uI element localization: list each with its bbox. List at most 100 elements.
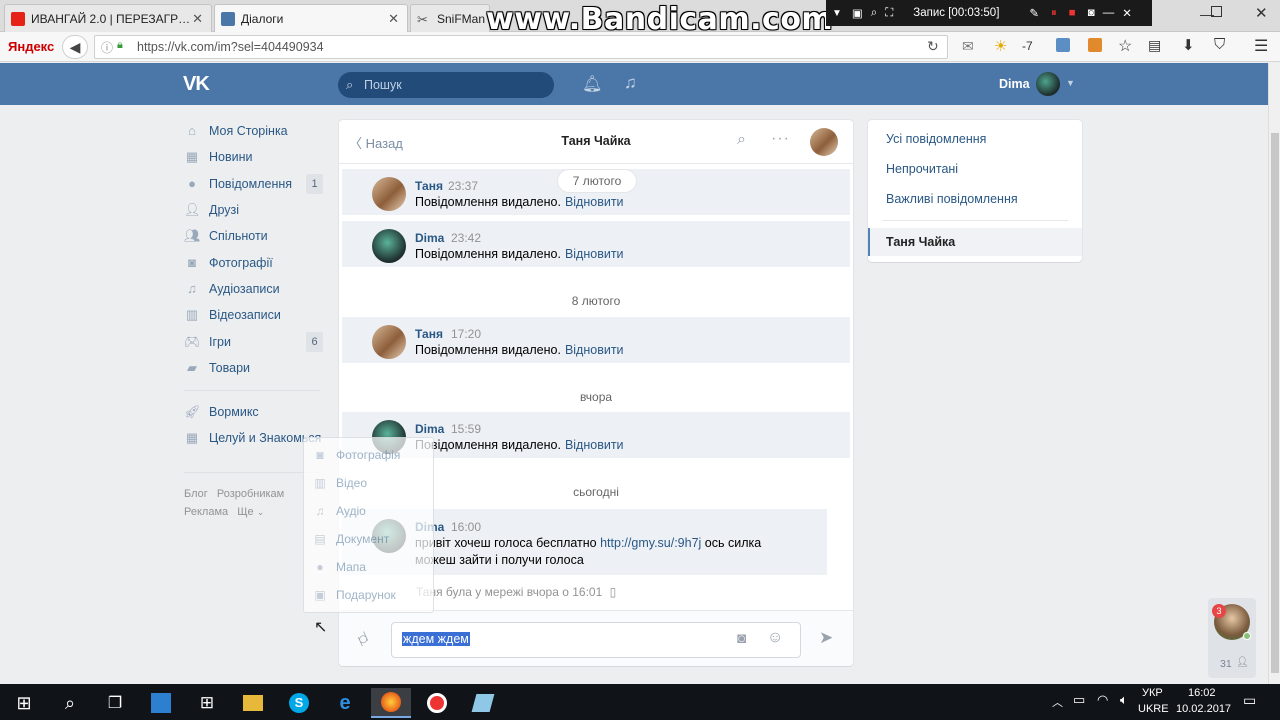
nav-item-communities[interactable]: 👥︎ Спільноти [184, 225, 268, 247]
nav-item-friends[interactable]: 👤︎ Друзі [184, 199, 239, 221]
camera-icon[interactable]: ◙ [737, 630, 746, 647]
chevron-down-icon[interactable]: ▼ [1066, 78, 1075, 88]
language-indicator[interactable]: УКР [1142, 687, 1163, 699]
message-time[interactable]: 23:42 [451, 231, 481, 245]
message-row[interactable]: Таня 17:20 Повідомлення видалено. Віднови… [342, 317, 850, 363]
attach-gift[interactable]: ▣ Подарунок [312, 585, 395, 605]
notifications-icon[interactable]: ▭ [1243, 692, 1256, 709]
search-icon[interactable]: ⌕ [50, 688, 90, 718]
search-input[interactable]: ⌕ Пошук [338, 72, 554, 98]
user-avatar[interactable] [1036, 72, 1060, 96]
browser-tab-snifman[interactable]: ✂ SniFMan [410, 4, 490, 32]
media-app-icon[interactable] [141, 688, 181, 718]
edge-icon[interactable]: e [325, 688, 365, 718]
info-icon[interactable]: ⓘ [101, 39, 113, 56]
window-icon[interactable]: ▣ [852, 6, 863, 20]
weather-icon[interactable]: ☀ [994, 37, 1007, 55]
close-icon[interactable]: ✕ [192, 11, 203, 27]
restore-link[interactable]: Відновити [565, 195, 624, 209]
attach-video[interactable]: ▥ Відео [312, 473, 367, 493]
restore-link[interactable]: Відновити [565, 247, 624, 261]
filter-all[interactable]: Усі повідомлення [886, 132, 986, 146]
menu-icon[interactable]: ☰ [1254, 36, 1268, 56]
star-icon[interactable]: ☆ [1118, 36, 1132, 56]
emoji-icon[interactable]: ☺ [767, 629, 783, 647]
footer-blog-link[interactable]: Блог [184, 488, 208, 500]
address-bar[interactable]: ⓘ 🔒︎ https://vk.com/im?sel=404490934 ↻ [94, 35, 948, 59]
message-row[interactable]: Dima 23:42 Повідомлення видалено. Віднови… [342, 221, 850, 267]
pocket-icon[interactable]: ⛉ [1214, 36, 1225, 53]
message-input[interactable]: ждем ждем ◙ ☺ [391, 622, 801, 658]
minimize-icon[interactable]: — [1103, 7, 1115, 19]
skype-icon[interactable]: S [279, 688, 319, 718]
volume-icon[interactable]: 🔈︎ [1120, 692, 1128, 708]
browser-tab-dialogs[interactable]: Діалоги ✕ [214, 4, 408, 32]
browser-tab-youtube[interactable]: ИВАНГАЙ 2.0 | ПЕРЕЗАГР… ✕ [4, 4, 212, 32]
task-view-icon[interactable]: ❐ [95, 688, 135, 718]
vk-logo[interactable]: VK [183, 73, 210, 96]
nav-item-videos[interactable]: ▥ Відеозаписи [184, 304, 281, 326]
fullscreen-icon[interactable]: ⛶ [885, 7, 893, 20]
chevron-up-icon[interactable]: ︿ [1052, 694, 1063, 710]
nav-item-news[interactable]: ▦ Новини [184, 146, 253, 168]
footer-devs-link[interactable]: Розробникам [217, 488, 284, 500]
attach-document[interactable]: ▤ Документ [312, 529, 389, 549]
dropdown-icon[interactable]: ▼ [832, 8, 842, 19]
online-count[interactable]: 31 [1220, 658, 1232, 670]
message-avatar[interactable] [372, 177, 406, 211]
chat-avatar[interactable] [810, 128, 838, 156]
page-scrollbar[interactable] [1268, 63, 1280, 684]
windows-start-icon[interactable]: ⊞ [4, 688, 44, 718]
nav-item-my-page[interactable]: ⌂ Моя Сторінка [184, 120, 288, 142]
search-icon[interactable]: ⌕ [737, 131, 746, 149]
keyboard-layout[interactable]: UKRE [1138, 703, 1169, 715]
footer-more-link[interactable]: Ще [237, 506, 253, 518]
message-time[interactable]: 17:20 [451, 327, 481, 341]
nav-item-goods[interactable]: ▰ Товари [184, 357, 250, 379]
send-icon[interactable]: ➤ [819, 628, 833, 648]
message-avatar[interactable] [372, 229, 406, 263]
wifi-icon[interactable]: ◠ [1097, 692, 1108, 708]
user-name[interactable]: Dima [999, 77, 1030, 91]
music-icon[interactable]: ♫ [624, 73, 637, 93]
pen-icon[interactable]: ✎ [1029, 6, 1039, 20]
extension-icon-2[interactable] [1088, 38, 1102, 52]
maximize-button[interactable] [1211, 6, 1222, 17]
message-author[interactable]: Таня [415, 179, 443, 193]
message-link[interactable]: http://gmy.su/:9h7j [600, 536, 701, 550]
mail-icon[interactable]: ✉ [962, 38, 974, 55]
reload-icon[interactable]: ↻ [927, 38, 939, 55]
battery-icon[interactable]: ▭ [1073, 692, 1085, 708]
message-time[interactable]: 23:37 [448, 179, 478, 193]
more-icon[interactable]: ··· [771, 130, 790, 148]
search-icon[interactable]: ⌕ [871, 7, 877, 20]
footer-ads-link[interactable]: Реклама [184, 506, 228, 518]
message-author[interactable]: Таня [415, 327, 443, 341]
message-time[interactable]: 16:00 [451, 520, 481, 534]
url-text[interactable]: https://vk.com/im?sel=404490934 [137, 40, 324, 54]
close-icon[interactable]: ✕ [388, 11, 399, 27]
active-dialog-item[interactable]: Таня Чайка [868, 228, 1082, 256]
message-input-text[interactable]: ждем ждем [402, 632, 470, 646]
restore-link[interactable]: Відновити [565, 343, 624, 357]
close-icon[interactable]: ✕ [1122, 6, 1132, 20]
bandicam-icon[interactable] [417, 688, 457, 718]
nav-item-audio[interactable]: ♫ Аудіозаписи [184, 278, 279, 300]
nav-item-app-vormix[interactable]: 🚀︎ Вормикс [184, 401, 259, 423]
message-time[interactable]: 15:59 [451, 422, 481, 436]
message-author[interactable]: Dima [415, 231, 444, 245]
stop-icon[interactable]: ■ [1069, 7, 1076, 19]
attach-photo[interactable]: ◙ Фотографія [312, 445, 400, 465]
filter-unread[interactable]: Непрочитані [886, 162, 958, 176]
restore-link[interactable]: Відновити [565, 438, 624, 452]
yandex-brand[interactable]: Яндекс [8, 39, 54, 54]
nav-item-messages[interactable]: ● Повідомлення [184, 173, 292, 195]
back-button[interactable]: ◀ [62, 35, 88, 59]
bell-icon[interactable]: 🔔︎ [582, 74, 602, 94]
attach-map[interactable]: ● Мапа [312, 557, 366, 577]
message-author[interactable]: Dima [415, 422, 444, 436]
nav-item-photos[interactable]: ◙ Фотографії [184, 252, 273, 274]
firefox-icon[interactable] [371, 688, 411, 718]
download-icon[interactable]: ⬇ [1182, 36, 1195, 54]
attach-audio[interactable]: ♫ Аудіо [312, 501, 366, 521]
